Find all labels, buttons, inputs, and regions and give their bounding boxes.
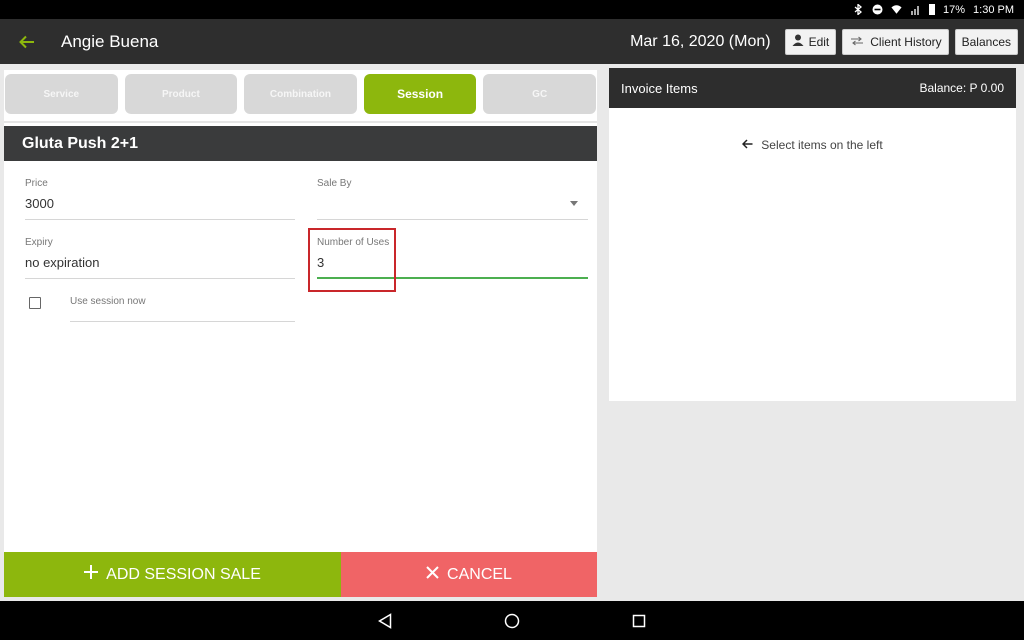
invoice-panel: Invoice Items Balance: P 0.00 Select ite…	[609, 68, 1016, 401]
invoice-title: Invoice Items	[621, 80, 698, 96]
price-value: 3000	[25, 196, 54, 211]
nav-back-icon[interactable]	[375, 611, 395, 631]
clock: 1:30 PM	[973, 3, 1014, 16]
person-icon	[792, 34, 804, 49]
expiry-field[interactable]: Expiry no expiration	[25, 237, 295, 279]
sale-by-dropdown[interactable]: Sale By	[317, 178, 588, 220]
field-underline	[25, 278, 295, 279]
item-panel: Service Product Combination Session GC G…	[4, 70, 597, 597]
field-underline	[317, 219, 588, 220]
field-underline	[25, 219, 295, 220]
sale-by-label: Sale By	[317, 178, 352, 189]
status-bar: 17% 1:30 PM	[0, 0, 1024, 19]
divider	[4, 121, 597, 123]
field-underline	[70, 321, 295, 322]
header-actions: Mar 16, 2020 (Mon) Edit Client History B…	[630, 28, 1024, 55]
cancel-label: CANCEL	[447, 565, 512, 583]
hint-text: Select items on the left	[761, 138, 883, 152]
expiry-label: Expiry	[25, 237, 53, 248]
expiry-value: no expiration	[25, 255, 100, 270]
battery-icon	[929, 4, 935, 15]
nav-home-icon[interactable]	[502, 611, 522, 631]
client-name: Angie Buena	[61, 31, 159, 51]
price-label: Price	[25, 178, 48, 189]
tab-product[interactable]: Product	[124, 74, 238, 114]
swap-icon	[849, 35, 865, 49]
client-history-label: Client History	[870, 34, 942, 49]
tab-session[interactable]: Session	[363, 74, 477, 114]
cancel-button[interactable]: CANCEL	[341, 552, 597, 597]
invoice-header: Invoice Items Balance: P 0.00	[609, 68, 1016, 108]
highlight-annotation	[308, 228, 396, 292]
tab-service[interactable]: Service	[5, 74, 118, 114]
system-nav-bar	[0, 601, 1024, 640]
battery-percent: 17%	[943, 3, 966, 16]
price-field[interactable]: Price 3000	[25, 178, 295, 220]
arrow-left-icon	[742, 138, 753, 152]
bluetooth-icon	[853, 4, 864, 15]
wifi-icon	[891, 4, 902, 15]
use-session-now-field: Use session now	[70, 296, 295, 322]
category-tabs: Service Product Combination Session GC	[4, 74, 597, 116]
signal-icon	[910, 4, 921, 15]
chevron-down-icon	[570, 201, 578, 206]
balance-label: Balance: P 0.00	[919, 81, 1004, 95]
client-history-button[interactable]: Client History	[842, 28, 949, 55]
back-arrow-icon[interactable]	[14, 29, 40, 55]
app-bar: Angie Buena Mar 16, 2020 (Mon) Edit Clie…	[0, 19, 1024, 64]
do-not-disturb-icon	[872, 4, 883, 15]
add-session-sale-label: ADD SESSION SALE	[106, 565, 261, 583]
use-session-now-label: Use session now	[70, 296, 146, 307]
item-title: Gluta Push 2+1	[4, 126, 597, 161]
empty-invoice-hint: Select items on the left	[609, 138, 1016, 152]
tab-gc[interactable]: GC	[483, 74, 596, 114]
balances-label: Balances	[961, 34, 1011, 49]
edit-button-label: Edit	[808, 34, 830, 49]
balances-button[interactable]: Balances	[954, 28, 1018, 55]
close-icon	[426, 565, 439, 584]
date-label: Mar 16, 2020 (Mon)	[630, 32, 771, 50]
tab-combination[interactable]: Combination	[244, 74, 357, 114]
edit-button[interactable]: Edit	[784, 28, 837, 55]
use-session-now-checkbox[interactable]	[29, 297, 41, 309]
plus-icon	[84, 565, 99, 584]
nav-recents-icon[interactable]	[629, 611, 649, 631]
add-session-sale-button[interactable]: ADD SESSION SALE	[4, 552, 341, 597]
